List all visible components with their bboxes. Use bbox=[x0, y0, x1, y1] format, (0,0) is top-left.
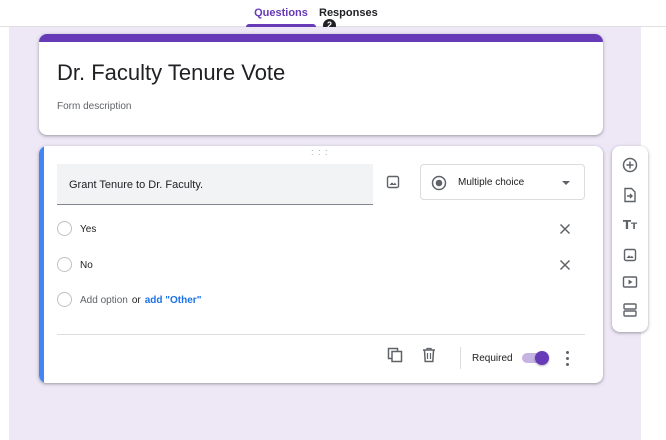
radio-unchecked-icon bbox=[57, 257, 72, 272]
radio-unchecked-icon bbox=[57, 292, 72, 307]
copy-icon bbox=[387, 347, 403, 363]
add-option-row: Add option or add "Other" bbox=[57, 291, 357, 309]
tab-questions[interactable]: Questions bbox=[246, 7, 316, 27]
tab-responses[interactable]: Responses2 bbox=[319, 7, 393, 32]
add-image-button[interactable] bbox=[621, 246, 639, 264]
option-row[interactable]: No bbox=[57, 256, 257, 274]
dropdown-arrow-icon bbox=[562, 181, 570, 185]
trash-icon bbox=[423, 347, 435, 363]
tab-questions-label: Questions bbox=[254, 7, 308, 19]
form-header-card[interactable]: Dr. Faculty Tenure Vote Form description bbox=[39, 34, 603, 135]
add-question-icon bbox=[622, 157, 638, 173]
footer-divider bbox=[57, 334, 585, 335]
required-label: Required bbox=[472, 353, 513, 364]
add-image-to-question-button[interactable] bbox=[383, 172, 403, 192]
add-question-button[interactable] bbox=[621, 156, 639, 174]
add-title-icon: TT bbox=[622, 218, 638, 232]
add-section-icon bbox=[623, 303, 637, 317]
radio-button-checked-icon bbox=[431, 175, 447, 191]
add-other-link[interactable]: add "Other" bbox=[145, 295, 202, 306]
required-toggle[interactable] bbox=[520, 351, 550, 365]
toggle-thumb bbox=[535, 351, 549, 365]
top-tab-bar: Questions Responses2 bbox=[0, 0, 666, 32]
remove-option-button[interactable] bbox=[558, 222, 572, 236]
close-icon bbox=[559, 259, 571, 271]
add-section-button[interactable] bbox=[621, 301, 639, 319]
more-options-button[interactable] bbox=[562, 349, 572, 367]
footer-vertical-divider bbox=[460, 347, 461, 369]
floating-toolbar: TT bbox=[612, 146, 648, 332]
import-questions-button[interactable] bbox=[621, 186, 639, 204]
or-text: or bbox=[131, 295, 141, 306]
image-icon bbox=[386, 175, 400, 189]
add-video-button[interactable] bbox=[621, 273, 639, 291]
tab-responses-label: Responses bbox=[319, 7, 378, 19]
import-questions-icon bbox=[624, 187, 636, 203]
question-title-input[interactable]: Grant Tenure to Dr. Faculty. bbox=[57, 164, 373, 205]
question-type-dropdown[interactable]: Multiple choice bbox=[420, 164, 585, 200]
add-video-icon bbox=[622, 276, 638, 288]
radio-unchecked-icon bbox=[57, 221, 72, 236]
add-title-button[interactable]: TT bbox=[621, 216, 639, 234]
question-card[interactable]: : : : Grant Tenure to Dr. Faculty. Multi… bbox=[39, 146, 603, 383]
delete-button[interactable] bbox=[420, 346, 438, 364]
option-label[interactable]: Yes bbox=[80, 224, 96, 235]
active-card-indicator bbox=[39, 146, 44, 383]
option-row[interactable]: Yes bbox=[57, 220, 257, 238]
question-type-label: Multiple choice bbox=[458, 177, 525, 188]
add-option-button[interactable]: Add option bbox=[80, 295, 128, 306]
form-description-field[interactable]: Form description bbox=[57, 101, 131, 112]
option-label[interactable]: No bbox=[80, 260, 93, 271]
close-icon bbox=[559, 223, 571, 235]
duplicate-button[interactable] bbox=[386, 346, 404, 364]
drag-handle-icon[interactable]: : : : bbox=[311, 148, 329, 157]
more-vert-icon bbox=[565, 350, 569, 354]
add-image-icon bbox=[623, 248, 637, 262]
remove-option-button[interactable] bbox=[558, 258, 572, 272]
form-title[interactable]: Dr. Faculty Tenure Vote bbox=[57, 60, 285, 86]
header-accent-stripe bbox=[39, 34, 603, 42]
